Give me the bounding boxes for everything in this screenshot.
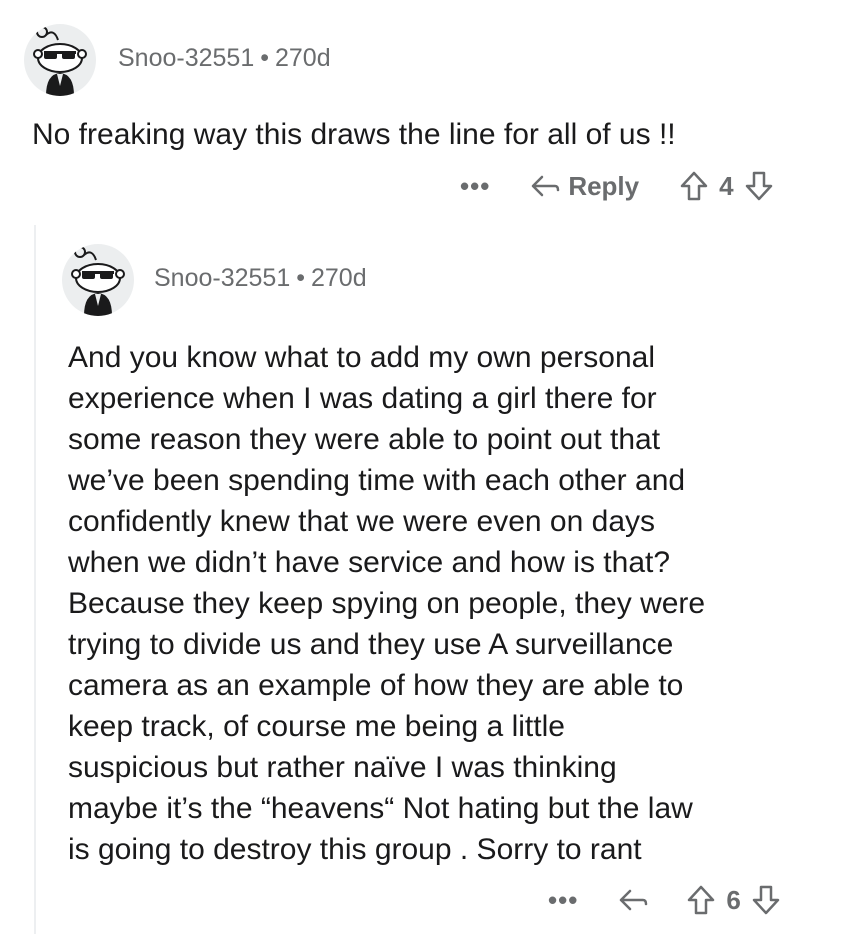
comment-line: And you know what to add my own personal <box>68 341 656 374</box>
downvote-icon[interactable] <box>751 884 781 916</box>
snoo-avatar-icon <box>33 26 87 96</box>
reply-button[interactable]: Reply <box>530 171 639 202</box>
snoo-avatar-icon <box>71 246 125 316</box>
meta-separator: • <box>296 264 305 292</box>
comment-line: experience when I was dating a girl ther… <box>68 382 657 415</box>
comment-body: No freaking way this draws the line for … <box>32 118 676 151</box>
comment-line: is going to destroy this group . Sorry t… <box>68 833 642 866</box>
comment-line: keep track, of course me being a little <box>68 710 565 743</box>
meta-separator: • <box>260 44 269 72</box>
reply-button[interactable] <box>618 888 656 912</box>
comment-age: 270d <box>311 264 367 292</box>
reply-arrow-icon <box>620 889 648 911</box>
thread-line[interactable] <box>34 225 36 934</box>
comment-line: confidently knew that we were even on da… <box>68 505 656 538</box>
comment-line: camera as an example of how they are abl… <box>68 669 684 702</box>
avatar[interactable] <box>62 244 134 316</box>
avatar[interactable] <box>24 24 96 96</box>
comment-line: we’ve been spending time with each other… <box>68 464 686 497</box>
comment-line: when we didn’t have service and how is t… <box>68 546 671 579</box>
username-link[interactable]: Snoo-32551 <box>154 264 290 292</box>
comment-meta: Snoo-32551 • 270d <box>154 264 367 293</box>
comment-actions: ••• Reply 4 <box>460 166 774 206</box>
comment-line: trying to divide us and they use A surve… <box>68 628 674 661</box>
username-link[interactable]: Snoo-32551 <box>118 44 254 72</box>
comment-line: Because they keep spying on people, they… <box>68 587 706 620</box>
reply-arrow-icon <box>532 175 560 197</box>
downvote-icon[interactable] <box>744 170 774 202</box>
comment-actions: ••• 6 <box>548 880 781 920</box>
more-options-icon[interactable]: ••• <box>460 171 490 202</box>
reply-label: Reply <box>568 170 640 201</box>
vote-score: 4 <box>719 170 734 201</box>
vote-score: 6 <box>726 884 741 915</box>
comment-body: And you know what to add my own personal… <box>68 337 705 870</box>
comment-age: 270d <box>275 44 331 72</box>
upvote-icon[interactable] <box>679 170 709 202</box>
vote-controls: 6 <box>686 884 780 916</box>
upvote-icon[interactable] <box>686 884 716 916</box>
comment-line: some reason they were able to point out … <box>68 423 661 456</box>
vote-controls: 4 <box>679 170 773 202</box>
comment-meta: Snoo-32551 • 270d <box>118 44 331 73</box>
comment-line: suspicious but rather naïve I was thinki… <box>68 751 617 784</box>
comment-line: maybe it’s the “heavens“ Not hating but … <box>68 792 693 825</box>
more-options-icon[interactable]: ••• <box>548 885 578 916</box>
